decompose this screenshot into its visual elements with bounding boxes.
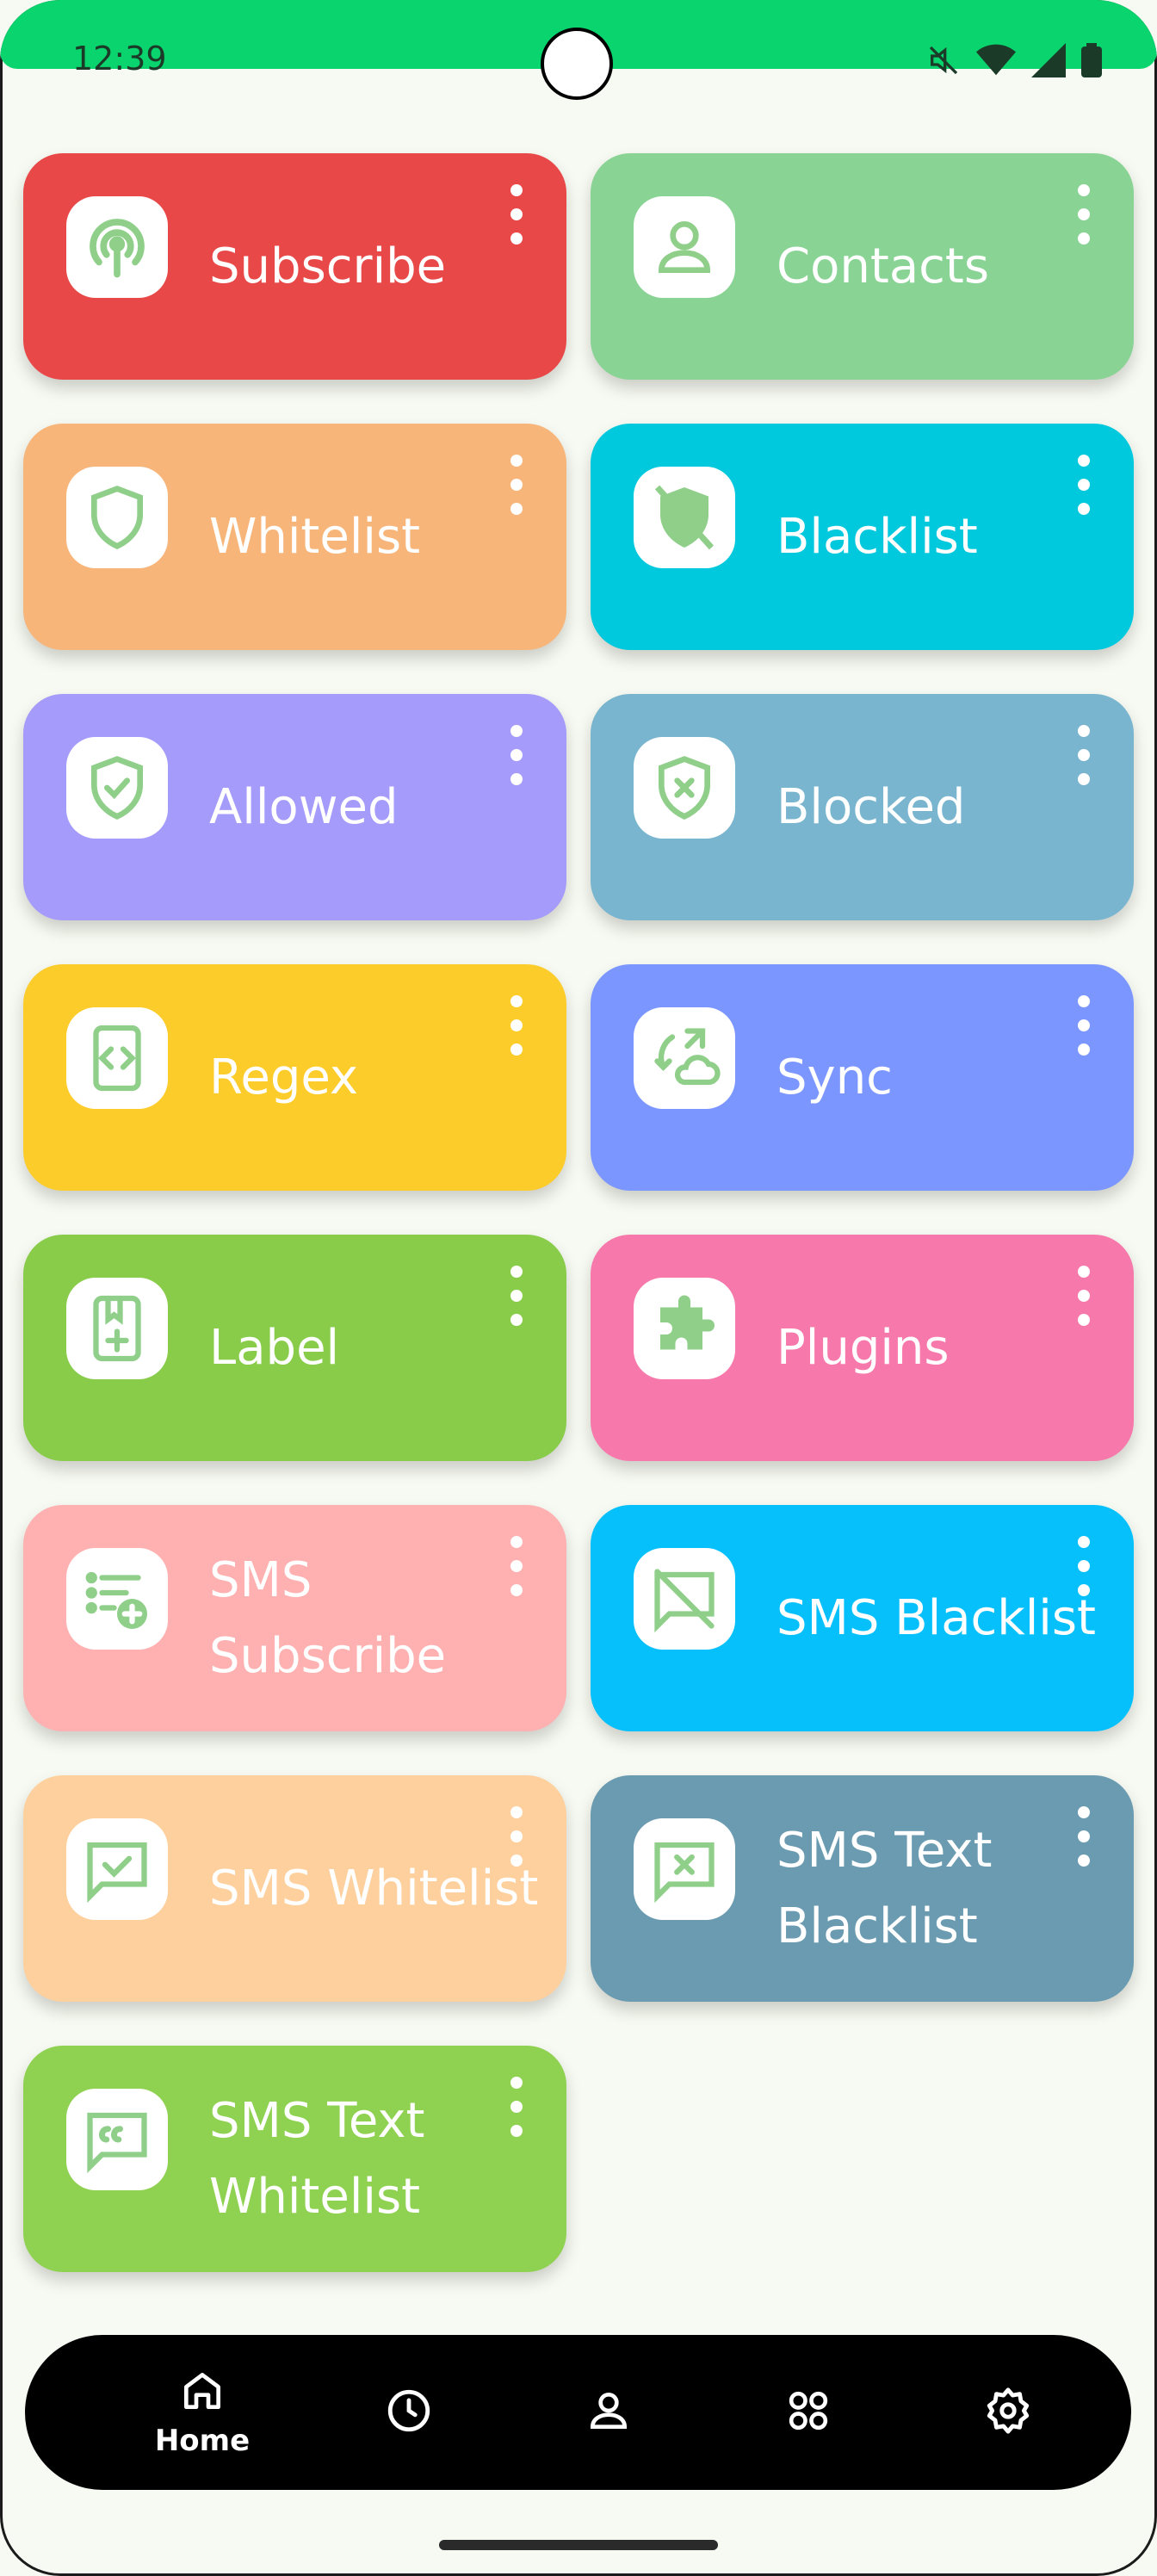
shield-check-icon — [66, 737, 168, 839]
more-vert-icon[interactable] — [504, 2077, 529, 2137]
nav-apps[interactable] — [731, 2335, 886, 2490]
podcast-icon — [66, 196, 168, 298]
more-vert-icon[interactable] — [1072, 1266, 1096, 1326]
more-vert-icon[interactable] — [504, 455, 529, 515]
more-vert-icon[interactable] — [504, 1806, 529, 1867]
history-icon — [384, 2386, 434, 2439]
shield-off-icon — [634, 467, 735, 568]
nav-settings[interactable] — [931, 2335, 1086, 2490]
mute-icon — [926, 43, 961, 81]
feature-grid: Subscribe Contacts Whitelist Blacklist A… — [23, 153, 1134, 2272]
shield-icon — [66, 467, 168, 568]
tile-label: SMS Subscribe — [209, 1551, 447, 1684]
tile-label: Label — [209, 1319, 340, 1376]
tile-blacklist[interactable]: Blacklist — [591, 424, 1134, 650]
more-vert-icon[interactable] — [1072, 184, 1096, 245]
wifi-icon — [976, 43, 1016, 81]
more-vert-icon[interactable] — [504, 184, 529, 245]
tile-label: Whitelist — [209, 508, 421, 565]
cloud-sync-icon — [634, 1007, 735, 1109]
message-quote-icon — [66, 2089, 168, 2190]
more-vert-icon[interactable] — [1072, 995, 1096, 1056]
tile-sms-subscribe[interactable]: SMS Subscribe — [23, 1505, 566, 1731]
tile-sms-text-blacklist[interactable]: SMS Text Blacklist — [591, 1775, 1134, 2002]
tile-label: Allowed — [209, 778, 399, 835]
tile-whitelist[interactable]: Whitelist — [23, 424, 566, 650]
camera-cutout — [541, 28, 613, 100]
code-icon — [66, 1007, 168, 1109]
tile-regex[interactable]: Regex — [23, 964, 566, 1191]
tile-label: Subscribe — [209, 238, 447, 294]
nav-home-label: Home — [154, 2424, 251, 2458]
more-vert-icon[interactable] — [504, 725, 529, 785]
more-vert-icon[interactable] — [504, 1536, 529, 1596]
nav-home[interactable]: Home — [125, 2335, 280, 2490]
nav-contacts[interactable] — [531, 2335, 686, 2490]
tile-sync[interactable]: Sync — [591, 964, 1134, 1191]
more-vert-icon[interactable] — [1072, 1536, 1096, 1596]
list-add-icon — [66, 1548, 168, 1650]
more-vert-icon[interactable] — [504, 1266, 529, 1326]
message-x-icon — [634, 1818, 735, 1920]
tile-label: Plugins — [776, 1319, 950, 1376]
tile-label: Regex — [209, 1049, 359, 1105]
tile-label: SMS Blacklist — [776, 1589, 1096, 1646]
tile-sms-whitelist[interactable]: SMS Whitelist — [23, 1775, 566, 2002]
puzzle-icon — [634, 1278, 735, 1379]
person-icon — [585, 2387, 633, 2438]
tile-label: SMS Text Whitelist — [209, 2092, 425, 2225]
nav-history[interactable] — [331, 2335, 486, 2490]
tile-label: SMS Whitelist — [209, 1860, 539, 1917]
apps-icon — [784, 2387, 832, 2438]
phone-screen: 12:39 Subscribe Contacts Whitelist Black… — [0, 0, 1157, 2576]
more-vert-icon[interactable] — [1072, 455, 1096, 515]
bookmark-add-icon — [66, 1278, 168, 1379]
more-vert-icon[interactable] — [504, 995, 529, 1056]
tile-sms-text-whitelist[interactable]: SMS Text Whitelist — [23, 2046, 566, 2272]
tile-allowed[interactable]: Allowed — [23, 694, 566, 920]
home-icon — [178, 2367, 226, 2418]
tile-subscribe[interactable]: Subscribe — [23, 153, 566, 380]
gesture-handle[interactable] — [439, 2540, 718, 2550]
tile-blocked[interactable]: Blocked — [591, 694, 1134, 920]
tile-label: Sync — [776, 1049, 893, 1105]
bottom-navigation: Home — [25, 2335, 1131, 2490]
tile-label: Blocked — [776, 778, 966, 835]
status-icons — [926, 43, 1102, 81]
tile-label: Blacklist — [776, 508, 978, 565]
tile-sms-blacklist[interactable]: SMS Blacklist — [591, 1505, 1134, 1731]
tile-contacts[interactable]: Contacts — [591, 153, 1134, 380]
battery-icon — [1081, 43, 1102, 81]
person-icon — [634, 196, 735, 298]
message-off-icon — [634, 1548, 735, 1650]
shield-x-icon — [634, 737, 735, 839]
signal-icon — [1031, 43, 1066, 81]
more-vert-icon[interactable] — [1072, 1806, 1096, 1867]
tile-plugins[interactable]: Plugins — [591, 1235, 1134, 1461]
more-vert-icon[interactable] — [1072, 725, 1096, 785]
tile-label: Contacts — [776, 238, 990, 294]
tile-label: SMS Text Blacklist — [776, 1822, 993, 1954]
tile-label[interactable]: Label — [23, 1235, 566, 1461]
message-check-icon — [66, 1818, 168, 1920]
status-time: 12:39 — [72, 40, 167, 77]
settings-icon — [983, 2386, 1033, 2439]
